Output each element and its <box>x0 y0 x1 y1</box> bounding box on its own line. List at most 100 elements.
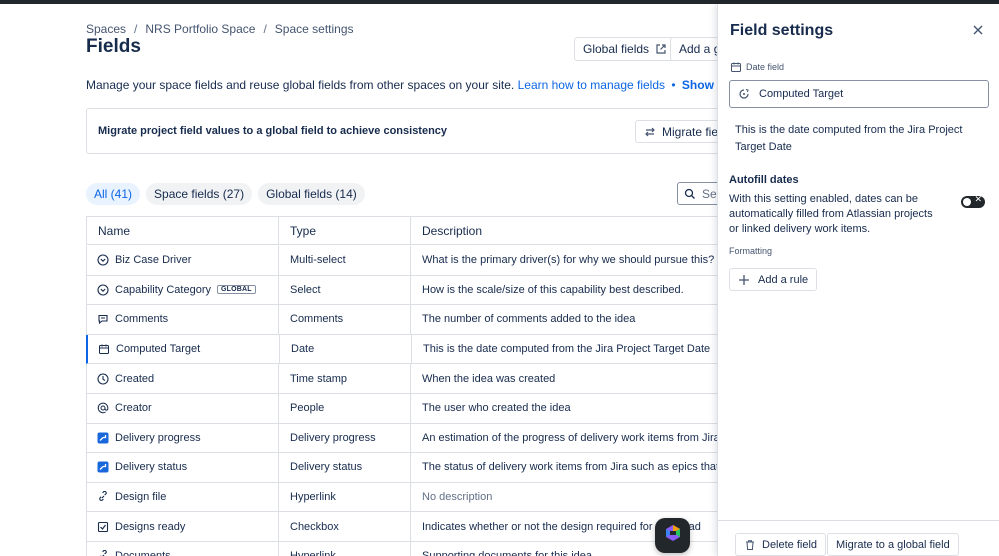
cell-description: An estimation of the progress of deliver… <box>422 431 726 444</box>
fields-table: Name Type Description Biz Case Driver Mul… <box>86 216 726 556</box>
date-sync-icon <box>738 88 750 100</box>
page-title: Fields <box>86 36 141 57</box>
panel-footer: Delete field Migrate to a global field <box>718 520 999 556</box>
toggle-knob <box>963 198 971 206</box>
link-icon <box>97 550 109 556</box>
panel-title: Field settings <box>730 22 834 39</box>
table-row[interactable]: Biz Case Driver Multi-select What is the p… <box>86 246 726 276</box>
cell-description: This is the date computed from the Jira … <box>423 343 711 356</box>
cell-name: Delivery status <box>87 453 279 482</box>
breadcrumb-spaces[interactable]: Spaces <box>86 22 126 36</box>
close-icon <box>973 22 983 40</box>
header-type[interactable]: Type <box>279 217 411 244</box>
trash-icon <box>744 539 756 551</box>
delete-field-button[interactable]: Delete field <box>735 533 827 556</box>
cell-type: Hyperlink <box>279 482 411 512</box>
breadcrumb-settings[interactable]: Space settings <box>275 22 354 36</box>
cell-description: The user who created the idea <box>422 402 571 415</box>
add-global-field-button[interactable]: Add a gl <box>670 37 720 61</box>
tab-global-fields[interactable]: Global fields (14) <box>258 183 365 205</box>
breadcrumb-separator: / <box>134 22 138 36</box>
search-icon <box>684 188 696 200</box>
autofill-toggle[interactable]: ✕ <box>961 195 985 208</box>
migrate-global-button[interactable]: Migrate to a global field <box>827 533 959 556</box>
table-body: Biz Case Driver Multi-select What is the p… <box>86 246 726 556</box>
cell-type: Multi-select <box>279 246 411 275</box>
table-row[interactable]: Designs ready Checkbox Indicates whether o… <box>86 512 726 542</box>
global-badge: GLOBAL <box>217 285 256 295</box>
field-filter-tabs: All (41) Space fields (27) Global fields… <box>86 183 365 205</box>
field-name[interactable]: Computed Target <box>116 343 200 355</box>
field-name-input[interactable]: Computed Target <box>729 80 989 108</box>
field-name[interactable]: Biz Case Driver <box>115 254 191 266</box>
add-global-label: Add a gl <box>679 42 720 56</box>
field-name[interactable]: Creator <box>115 402 152 414</box>
cell-description: When the idea was created <box>422 372 556 385</box>
field-type-label: Date field <box>730 61 784 73</box>
cell-description: How is the scale/size of this capability… <box>422 283 684 296</box>
cell-name: Comments <box>87 305 279 334</box>
global-fields-button[interactable]: Global fields <box>574 37 677 61</box>
header-name[interactable]: Name <box>87 217 279 244</box>
cell-description: No description <box>422 491 493 504</box>
learn-manage-fields-link[interactable]: Learn how to manage fields <box>518 78 665 92</box>
table-row[interactable]: Creator People The user who created the id… <box>86 393 726 424</box>
field-name[interactable]: Delivery status <box>115 461 187 473</box>
clock-icon <box>97 373 109 385</box>
table-row[interactable]: Design file Hyperlink No description <box>86 482 726 513</box>
external-link-icon <box>655 43 667 55</box>
comment-icon <box>97 313 109 325</box>
field-name[interactable]: Created <box>115 373 154 385</box>
cell-name: Documents <box>87 541 279 556</box>
autofill-title: Autofill dates <box>729 174 799 186</box>
plus-icon <box>738 274 750 286</box>
bullet-separator: • <box>671 78 676 92</box>
table-row[interactable]: Created Time stamp When the idea was creat… <box>86 364 726 394</box>
field-description[interactable]: This is the date computed from the Jira … <box>735 122 985 156</box>
table-row[interactable]: DocumentsHyperlinkSupporting documents f… <box>86 541 726 556</box>
tab-all[interactable]: All (41) <box>86 183 141 205</box>
cell-type: Hyperlink <box>279 541 411 556</box>
link-icon <box>97 491 109 503</box>
assistant-button[interactable] <box>655 518 690 553</box>
table-row[interactable]: Delivery progress Delivery progress An est… <box>86 423 726 454</box>
tab-space-fields[interactable]: Space fields (27) <box>146 183 253 205</box>
cell-name: Biz Case Driver <box>87 246 279 275</box>
cell-type: Comments <box>279 305 411 334</box>
swap-arrows-icon <box>644 126 656 138</box>
cell-name: Designs ready <box>87 512 279 541</box>
field-name[interactable]: Delivery progress <box>115 432 201 444</box>
calendar-icon <box>98 343 110 355</box>
cell-type: Delivery progress <box>279 423 411 453</box>
at-icon <box>97 402 109 414</box>
field-name[interactable]: Documents <box>115 550 171 556</box>
cell-name: Created <box>87 364 279 393</box>
assistant-logo-icon <box>664 524 682 547</box>
close-panel-button[interactable] <box>971 24 985 38</box>
header-description[interactable]: Description <box>411 217 725 244</box>
chevron-circle-icon <box>97 254 109 266</box>
table-row[interactable]: Comments Comments The number of comments a… <box>86 305 726 335</box>
cell-type: Date <box>280 334 412 364</box>
cell-description: The number of comments added to the idea <box>422 313 636 326</box>
intro-description: Manage your space fields and reuse globa… <box>86 78 515 92</box>
add-rule-button[interactable]: Add a rule <box>729 268 818 291</box>
field-name[interactable]: Capability Category <box>115 284 211 296</box>
breadcrumb-space[interactable]: NRS Portfolio Space <box>145 22 255 36</box>
checkbox-icon <box>97 521 109 533</box>
cell-name: Computed Target <box>88 334 280 364</box>
field-name[interactable]: Design file <box>115 491 166 503</box>
field-name[interactable]: Designs ready <box>115 521 185 533</box>
cell-type: Select <box>279 275 411 305</box>
table-row[interactable]: Delivery status Delivery status The status… <box>86 453 726 483</box>
field-name[interactable]: Comments <box>115 313 168 325</box>
table-row[interactable]: Computed Target Date This is the date comp… <box>86 334 726 365</box>
chevron-circle-icon <box>97 284 109 296</box>
migrate-global-label: Migrate to a global field <box>836 538 950 551</box>
cell-name: Capability Category GLOBAL <box>87 275 279 305</box>
cell-type: Delivery status <box>279 453 411 482</box>
cell-type: Checkbox <box>279 512 411 541</box>
table-row[interactable]: Capability Category GLOBAL Select How is th… <box>86 275 726 306</box>
cell-name: Design file <box>87 482 279 512</box>
field-name-value: Computed Target <box>759 88 844 100</box>
